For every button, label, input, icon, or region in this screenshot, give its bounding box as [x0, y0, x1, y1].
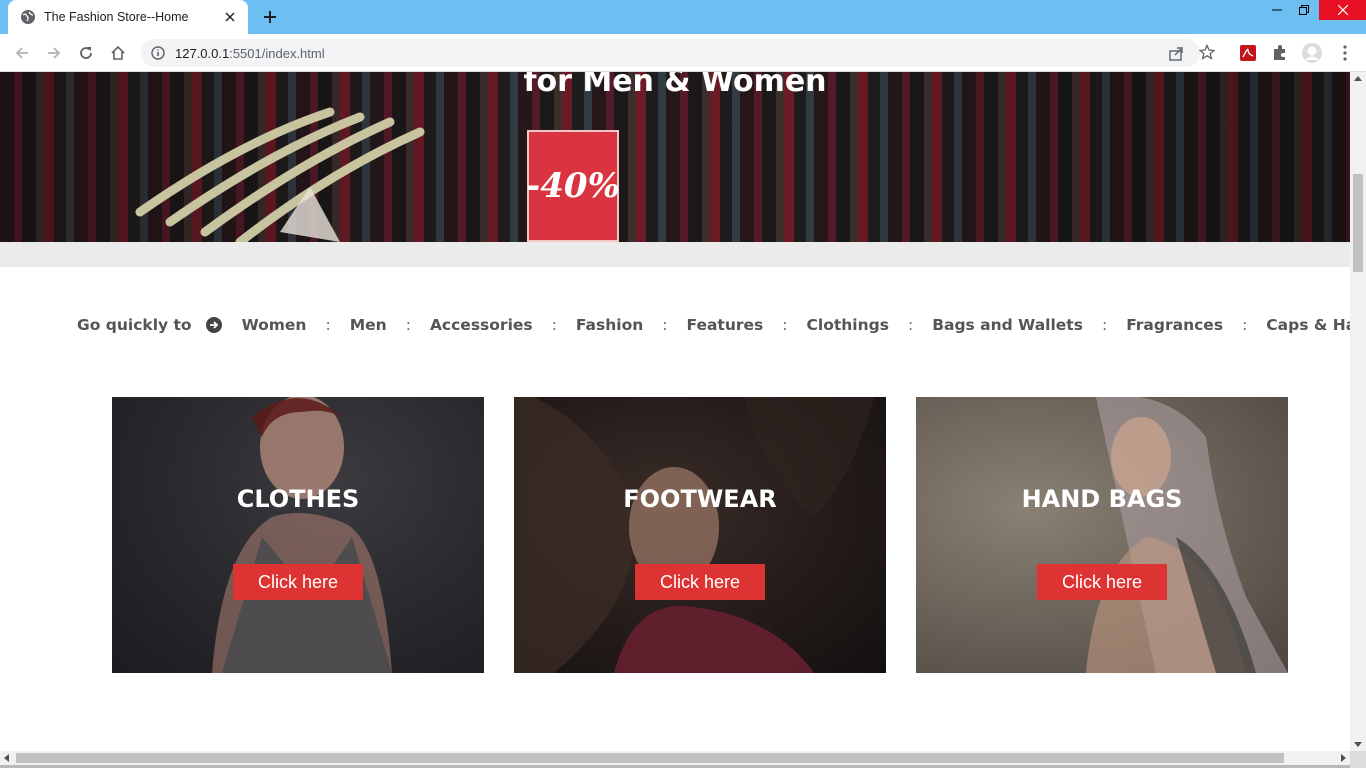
- scrollbar-corner: [1350, 751, 1366, 768]
- click-here-button[interactable]: Click here: [635, 564, 765, 600]
- home-icon[interactable]: [106, 41, 130, 65]
- minimize-window-icon[interactable]: [1262, 0, 1292, 20]
- section-divider: [0, 242, 1350, 267]
- bookmark-star-icon[interactable]: [1198, 43, 1216, 61]
- site-info-icon[interactable]: [151, 46, 165, 60]
- quick-link-accessories[interactable]: Accessories: [430, 316, 533, 334]
- model-photo: [1086, 397, 1288, 673]
- scroll-right-arrow-icon[interactable]: [1341, 754, 1346, 762]
- url-host: 127.0.0.1: [175, 45, 230, 61]
- model-photo: [514, 397, 874, 673]
- separator: :: [405, 316, 411, 334]
- separator: :: [1242, 316, 1248, 334]
- tab-title: The Fashion Store--Home: [44, 10, 189, 24]
- profile-avatar-icon[interactable]: [1301, 42, 1323, 64]
- card-title: HAND BAGS: [1021, 485, 1183, 513]
- forward-arrow-icon[interactable]: [42, 41, 66, 65]
- model-photo: [212, 397, 392, 673]
- category-card-handbags: HAND BAGS Click here: [916, 397, 1288, 673]
- category-card-clothes: CLOTHES Click here: [112, 397, 484, 673]
- close-window-icon[interactable]: [1319, 0, 1366, 20]
- hero-heading: for Men & Women: [523, 72, 827, 99]
- quick-link-features[interactable]: Features: [687, 316, 764, 334]
- close-tab-icon[interactable]: [222, 9, 238, 25]
- quick-link-caps-hats[interactable]: Caps & Hats: [1266, 316, 1350, 334]
- pdf-extension-icon[interactable]: [1237, 42, 1259, 64]
- page-viewport: -40% for Men & Women Go quickly to Women…: [0, 72, 1350, 751]
- scroll-left-arrow-icon[interactable]: [4, 754, 9, 762]
- extensions-puzzle-icon[interactable]: [1269, 42, 1291, 64]
- quick-nav-label: Go quickly to: [77, 316, 192, 334]
- quick-nav: Go quickly to Women : Men : Accessories …: [77, 314, 1350, 336]
- browser-toolbar: 127.0.0.1:5501/index.html: [0, 34, 1366, 72]
- browser-menu-icon[interactable]: [1334, 42, 1356, 64]
- click-here-button[interactable]: Click here: [233, 564, 363, 600]
- quick-link-bags-wallets[interactable]: Bags and Wallets: [932, 316, 1083, 334]
- separator: :: [1101, 316, 1108, 334]
- new-tab-icon[interactable]: [258, 6, 282, 28]
- browser-tab[interactable]: The Fashion Store--Home: [8, 0, 248, 34]
- separator: :: [907, 316, 914, 334]
- address-url: 127.0.0.1:5501/index.html: [175, 46, 325, 61]
- arrow-right-circle-icon: [205, 317, 222, 333]
- sale-sign: -40%: [526, 130, 620, 242]
- quick-link-fragrances[interactable]: Fragrances: [1126, 316, 1223, 334]
- category-card-footwear: FOOTWEAR Click here: [514, 397, 886, 673]
- separator: :: [325, 316, 331, 334]
- vertical-scrollbar[interactable]: [1350, 72, 1366, 751]
- scroll-up-arrow-icon[interactable]: [1354, 76, 1362, 81]
- card-title: FOOTWEAR: [623, 485, 777, 513]
- horizontal-scroll-thumb[interactable]: [16, 753, 1284, 763]
- hero-banner: -40% for Men & Women: [0, 72, 1350, 242]
- separator: :: [551, 316, 557, 334]
- scroll-down-arrow-icon[interactable]: [1354, 742, 1362, 747]
- restore-window-icon[interactable]: [1289, 0, 1319, 20]
- sale-sign-text: -40%: [526, 166, 620, 206]
- url-path: :5501/index.html: [229, 45, 325, 61]
- click-here-button[interactable]: Click here: [1037, 564, 1167, 600]
- separator: :: [782, 316, 788, 334]
- quick-link-fashion[interactable]: Fashion: [576, 316, 643, 334]
- horizontal-scrollbar[interactable]: [0, 751, 1350, 765]
- globe-icon: [20, 9, 36, 25]
- reload-icon[interactable]: [74, 41, 98, 65]
- vertical-scroll-thumb[interactable]: [1353, 174, 1363, 272]
- quick-link-clothings[interactable]: Clothings: [807, 316, 889, 334]
- clothes-hangers-image: [135, 107, 425, 242]
- card-title: CLOTHES: [236, 485, 360, 513]
- back-arrow-icon[interactable]: [10, 41, 34, 65]
- address-bar[interactable]: 127.0.0.1:5501/index.html: [141, 39, 1200, 67]
- quick-link-women[interactable]: Women: [242, 316, 307, 334]
- share-icon[interactable]: [1167, 45, 1185, 63]
- separator: :: [662, 316, 668, 334]
- quick-link-men[interactable]: Men: [350, 316, 387, 334]
- browser-titlebar: The Fashion Store--Home: [0, 0, 1366, 34]
